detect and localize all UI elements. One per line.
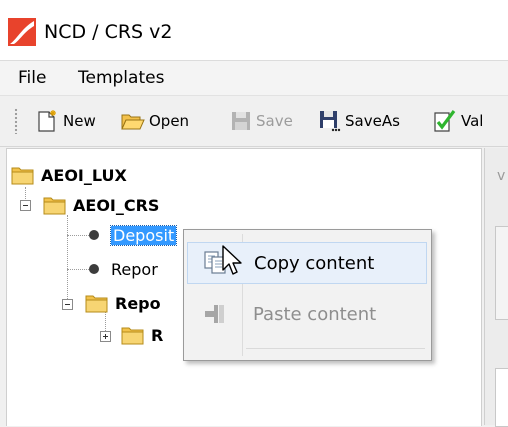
- validate-check-icon: [434, 110, 456, 132]
- folder-icon: [11, 167, 34, 185]
- copy-content-label: Copy content: [254, 252, 375, 274]
- validate-button[interactable]: Val: [432, 107, 483, 135]
- folder-icon: [121, 327, 144, 345]
- tree-connector: [67, 269, 89, 270]
- new-button-label: New: [63, 112, 96, 130]
- saveas-button[interactable]: SaveAs: [318, 107, 400, 135]
- tree-label-r: R: [151, 325, 164, 345]
- toolbar-grip[interactable]: [14, 108, 18, 134]
- tree-node-reporting[interactable]: Repo: [85, 291, 161, 315]
- details-box: [495, 368, 508, 427]
- open-button-label: Open: [149, 112, 190, 130]
- leaf-bullet-icon: [89, 230, 99, 240]
- save-button[interactable]: Save: [229, 107, 293, 135]
- saveas-disk-icon: [320, 111, 341, 132]
- details-panel-label: v: [497, 168, 506, 184]
- folder-icon: [85, 295, 108, 313]
- tree-node-crs[interactable]: AEOI_CRS: [43, 193, 159, 217]
- expand-toggle[interactable]: [100, 331, 111, 342]
- mouse-cursor-icon: [222, 245, 242, 275]
- app-logo-icon: [8, 18, 36, 46]
- paste-content-menu-item[interactable]: Paste content: [187, 293, 427, 335]
- tree-node-report[interactable]: Repor: [89, 257, 158, 281]
- collapse-toggle[interactable]: [62, 299, 73, 310]
- menu-bar: File Templates: [0, 61, 508, 96]
- menu-file[interactable]: File: [12, 65, 52, 91]
- tree-label-root: AEOI_LUX: [41, 165, 127, 185]
- tree-node-root[interactable]: AEOI_LUX: [11, 163, 127, 187]
- title-bar: NCD / CRS v2: [0, 0, 508, 61]
- menu-templates[interactable]: Templates: [72, 65, 170, 91]
- context-menu-separator: [246, 348, 425, 349]
- save-disk-icon: [232, 112, 250, 130]
- tree-connector: [67, 215, 68, 305]
- leaf-bullet-icon: [89, 264, 99, 274]
- tree-node-deposit[interactable]: Deposit: [89, 223, 178, 247]
- toolbar: New Open Save SaveAs Val: [0, 96, 508, 147]
- collapse-toggle[interactable]: [20, 200, 31, 211]
- context-menu: Copy content Paste content: [183, 229, 432, 361]
- tree-label-reporting: Repo: [115, 293, 161, 313]
- paste-content-label: Paste content: [253, 303, 377, 325]
- validate-button-label: Val: [461, 112, 484, 130]
- window-title: NCD / CRS v2: [44, 21, 173, 43]
- tree-connector: [67, 235, 89, 236]
- new-file-icon: [38, 110, 56, 132]
- open-folder-icon: [121, 114, 145, 130]
- tree-label-report: Repor: [111, 259, 158, 279]
- new-button[interactable]: New: [34, 107, 96, 135]
- tree-label-deposit: Deposit: [109, 224, 178, 246]
- details-box: [495, 226, 508, 320]
- paste-icon: [205, 305, 224, 323]
- saveas-button-label: SaveAs: [345, 112, 400, 130]
- tree-label-crs: AEOI_CRS: [73, 195, 160, 215]
- tree-node-r[interactable]: R: [121, 323, 163, 347]
- save-button-label: Save: [256, 112, 293, 130]
- open-button[interactable]: Open: [120, 107, 189, 135]
- details-panel: v: [484, 148, 508, 427]
- folder-icon: [43, 197, 66, 215]
